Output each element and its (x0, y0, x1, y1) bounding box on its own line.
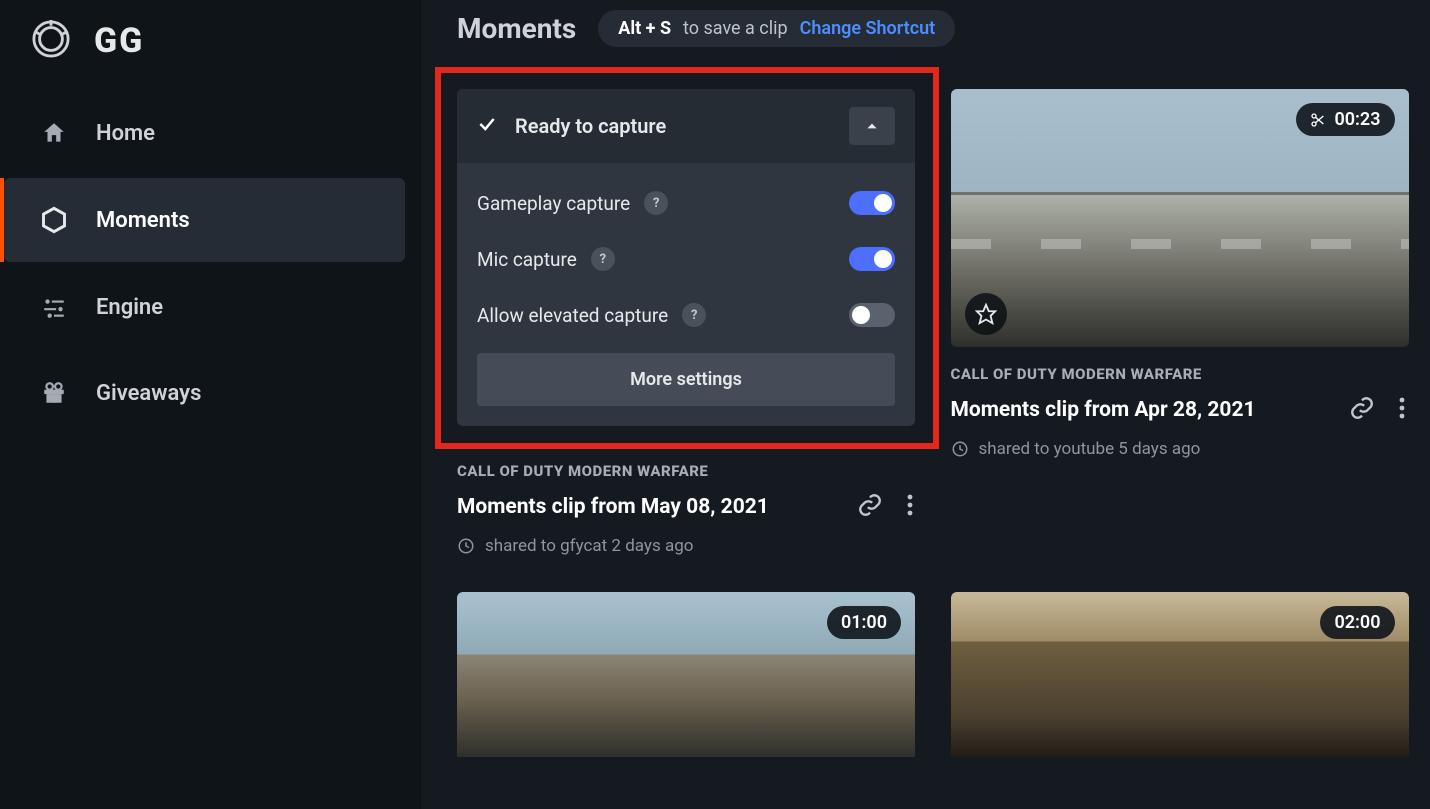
clip-title: Moments clip from Apr 28, 2021 (951, 398, 1329, 422)
nav-label: Moments (96, 208, 190, 233)
clip-share-line: shared to youtube 5 days ago (951, 439, 1409, 459)
nav-label: Giveaways (96, 381, 201, 406)
clip-meta: CALL OF DUTY MODERN WARFARE Moments clip… (951, 347, 1409, 459)
toggle-elevated-capture[interactable] (849, 303, 895, 327)
clip-game-title: CALL OF DUTY MODERN WARFARE (457, 462, 917, 480)
more-icon-button[interactable] (903, 490, 917, 524)
steelseries-logo-icon (32, 20, 70, 62)
clip-card[interactable]: 00:23 CALL OF DUTY MODERN WARFARE Moment… (951, 89, 1409, 556)
clips-grid: Ready to capture Gameplay capture ? Mic … (457, 89, 1410, 757)
help-icon[interactable]: ? (682, 303, 706, 327)
clock-icon (951, 440, 969, 458)
setting-label: Mic capture (477, 248, 577, 271)
change-shortcut-link[interactable]: Change Shortcut (800, 18, 936, 39)
clip-share-line: shared to gfycat 2 days ago (457, 536, 917, 556)
nav-label: Home (96, 121, 155, 146)
collapse-button[interactable] (849, 107, 895, 145)
sidebar-item-giveaways[interactable]: Giveaways (4, 352, 405, 434)
clip-meta: CALL OF DUTY MODERN WARFARE Moments clip… (457, 444, 917, 556)
home-icon (38, 120, 70, 146)
link-icon-button[interactable] (853, 488, 887, 526)
sidebar-item-moments[interactable]: Moments (4, 178, 405, 262)
duration-badge: 02:00 (1320, 606, 1394, 639)
link-icon-button[interactable] (1345, 391, 1379, 429)
sidebar-item-home[interactable]: Home (4, 92, 405, 174)
clip-game-title: CALL OF DUTY MODERN WARFARE (951, 365, 1409, 383)
star-icon (975, 303, 997, 325)
clip-thumbnail[interactable]: 00:23 (951, 89, 1409, 347)
shortcut-key: Alt + S (618, 18, 671, 39)
brand-row: GG (0, 12, 421, 92)
shortcut-text: to save a clip (683, 18, 788, 39)
moments-icon (38, 206, 70, 234)
link-icon (1349, 395, 1375, 421)
toggle-gameplay-capture[interactable] (849, 191, 895, 215)
main-content: Moments Alt + S to save a clip Change Sh… (421, 0, 1430, 809)
clip-thumbnail[interactable]: 02:00 (951, 592, 1409, 757)
capture-panel-body: Gameplay capture ? Mic capture ? Allow e… (457, 163, 915, 426)
clip-title: Moments clip from May 08, 2021 (457, 495, 837, 519)
capture-status: Ready to capture (515, 114, 831, 138)
check-icon (477, 114, 497, 138)
brand-name: GG (94, 21, 144, 61)
favorite-button[interactable] (965, 293, 1007, 335)
gift-icon (38, 380, 70, 406)
shortcut-pill: Alt + S to save a clip Change Shortcut (598, 10, 955, 47)
duration-badge: 01:00 (827, 606, 901, 639)
capture-panel: Ready to capture Gameplay capture ? Mic … (457, 89, 915, 426)
more-settings-button[interactable]: More settings (477, 353, 895, 406)
clip-share-text: shared to youtube 5 days ago (979, 439, 1201, 459)
clock-icon (457, 537, 475, 555)
capture-panel-wrapper: Ready to capture Gameplay capture ? Mic … (457, 89, 917, 556)
setting-mic-capture: Mic capture ? (477, 231, 895, 287)
sidebar-item-engine[interactable]: Engine (4, 266, 405, 348)
setting-gameplay-capture: Gameplay capture ? (477, 175, 895, 231)
duration-text: 00:23 (1334, 109, 1380, 130)
setting-label: Gameplay capture (477, 192, 630, 215)
toggle-mic-capture[interactable] (849, 247, 895, 271)
setting-label: Allow elevated capture (477, 304, 668, 327)
capture-panel-header[interactable]: Ready to capture (457, 89, 915, 163)
help-icon[interactable]: ? (591, 247, 615, 271)
setting-elevated-capture: Allow elevated capture ? (477, 287, 895, 343)
more-vertical-icon (1399, 397, 1405, 419)
scissors-icon (1310, 112, 1326, 128)
nav-label: Engine (96, 295, 163, 320)
header: Moments Alt + S to save a clip Change Sh… (457, 10, 1410, 47)
nav-list: Home Moments Engine Giveaways (0, 92, 421, 434)
duration-text: 02:00 (1334, 612, 1380, 633)
duration-badge: 00:23 (1296, 103, 1394, 136)
more-vertical-icon (907, 494, 913, 516)
link-icon (857, 492, 883, 518)
duration-text: 01:00 (841, 612, 887, 633)
page-title: Moments (457, 12, 576, 45)
chevron-up-icon (865, 119, 879, 133)
more-icon-button[interactable] (1395, 393, 1409, 427)
clip-thumbnail[interactable]: 01:00 (457, 592, 915, 757)
clip-share-text: shared to gfycat 2 days ago (485, 536, 693, 556)
engine-icon (38, 294, 70, 320)
help-icon[interactable]: ? (644, 191, 668, 215)
sidebar: GG Home Moments Engine Giveaways (0, 0, 421, 809)
